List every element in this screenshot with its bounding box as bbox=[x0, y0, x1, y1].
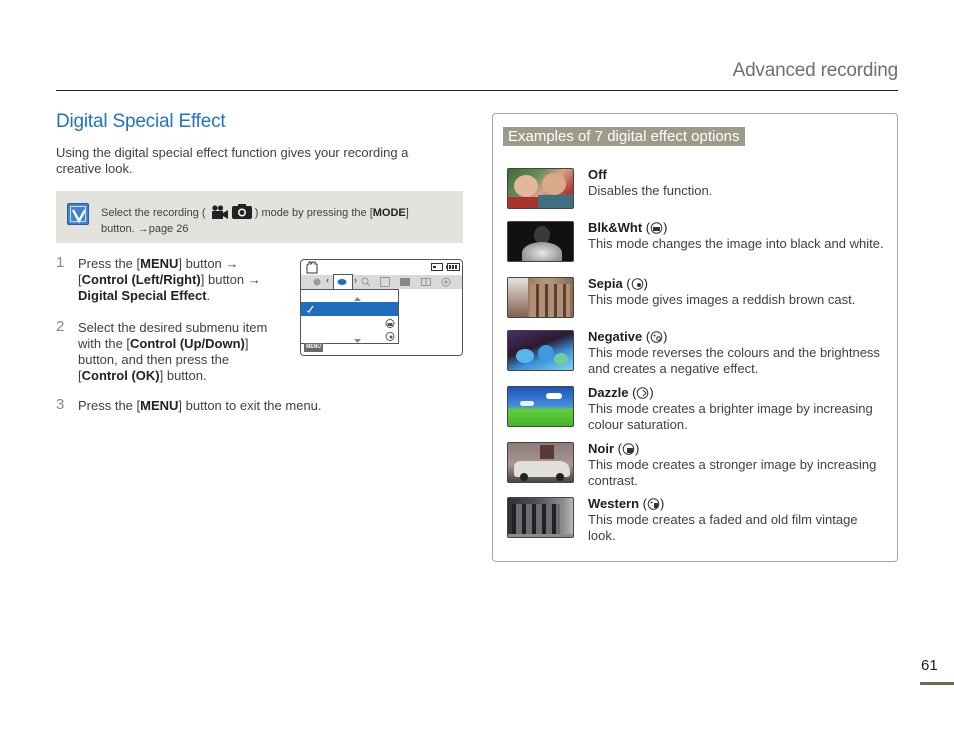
lcd-tab-right-arrow: › bbox=[354, 275, 357, 285]
note-box: Select the recording ( ) mode by pressin… bbox=[56, 191, 463, 243]
scroll-up-icon bbox=[354, 297, 361, 301]
page-reference-link[interactable]: page 26 bbox=[149, 223, 189, 235]
step-number: 1 bbox=[56, 254, 65, 271]
effect-description: This mode changes the image into black a… bbox=[588, 236, 884, 251]
sepia-effect-icon bbox=[631, 278, 643, 290]
header-divider bbox=[56, 90, 898, 91]
effect-name: Off bbox=[588, 167, 607, 182]
lcd-settings-tab-icon bbox=[441, 277, 451, 287]
effect-thumbnail-blk-wht bbox=[507, 221, 574, 262]
examples-title: Examples of 7 digital effect options bbox=[503, 127, 745, 146]
effect-description: This mode reverses the colours and the b… bbox=[588, 345, 880, 376]
effect-name: Western bbox=[588, 496, 640, 511]
page-heading: Digital Special Effect bbox=[56, 111, 226, 132]
noir-effect-icon bbox=[622, 443, 635, 455]
page-ref-arrow-icon: → bbox=[137, 223, 149, 235]
examples-panel: Examples of 7 digital effect options Off… bbox=[492, 113, 898, 562]
checkmark-note-icon bbox=[67, 203, 89, 225]
page-number-bar bbox=[920, 682, 954, 685]
step-number: 3 bbox=[56, 396, 65, 413]
lcd-tab-left-arrow: ‹ bbox=[326, 275, 329, 285]
effect-thumbnail-dazzle bbox=[507, 386, 574, 427]
bw-effect-icon bbox=[650, 222, 663, 234]
western-effect-icon bbox=[647, 498, 660, 510]
effect-thumbnail-noir bbox=[507, 442, 574, 483]
effect-thumbnail-off bbox=[507, 168, 574, 209]
effect-thumbnail-sepia bbox=[507, 277, 574, 318]
lcd-tab-icon bbox=[421, 278, 431, 286]
effect-name: Dazzle bbox=[588, 385, 629, 400]
lcd-selected-row bbox=[301, 302, 398, 316]
sepia-effect-icon bbox=[385, 332, 395, 341]
lcd-tab-icon bbox=[400, 278, 410, 286]
intro-text: Using the digital special effect functio… bbox=[56, 145, 409, 176]
effect-name: Blk&Wht bbox=[588, 220, 643, 235]
negative-effect-icon bbox=[650, 331, 663, 343]
effect-description: This mode creates a stronger image by in… bbox=[588, 457, 877, 488]
hand-mode-icon bbox=[306, 261, 318, 274]
lcd-effect-tab-icon bbox=[337, 279, 347, 285]
lcd-zoom-tab-icon bbox=[361, 277, 371, 287]
lcd-status-bar bbox=[301, 260, 462, 275]
scroll-down-icon bbox=[354, 339, 361, 343]
effect-description: This mode creates a faded and old film v… bbox=[588, 512, 858, 543]
effect-description: This mode creates a brighter image by in… bbox=[588, 401, 873, 432]
lcd-tab-icon bbox=[313, 278, 321, 286]
check-icon bbox=[306, 305, 314, 313]
effect-name: Sepia bbox=[588, 276, 623, 291]
lcd-submenu bbox=[301, 289, 399, 344]
note-text: Select the recording ( ) mode by pressin… bbox=[101, 204, 451, 236]
step-number: 2 bbox=[56, 318, 65, 335]
bw-effect-icon bbox=[385, 319, 395, 328]
effect-description: This mode gives images a reddish brown c… bbox=[588, 292, 856, 307]
dazzle-effect-icon bbox=[637, 387, 649, 399]
lcd-tab-icon bbox=[380, 277, 390, 287]
effect-thumbnail-negative bbox=[507, 330, 574, 371]
page-number: 61 bbox=[921, 657, 938, 674]
step-3: 3 Press the [MENU] button to exit the me… bbox=[56, 396, 322, 414]
video-camera-icon bbox=[209, 205, 229, 223]
photo-camera-icon bbox=[231, 204, 252, 223]
effect-thumbnail-western bbox=[507, 497, 574, 538]
camcorder-lcd-screen: ‹ › MENU bbox=[300, 259, 463, 356]
battery-icon bbox=[446, 263, 460, 271]
section-title: Advanced recording bbox=[732, 60, 899, 81]
effect-name: Negative bbox=[588, 329, 643, 344]
memory-card-icon bbox=[431, 263, 443, 271]
effect-name: Noir bbox=[588, 441, 614, 456]
effect-description: Disables the function. bbox=[588, 183, 713, 198]
lcd-menu-tabs: ‹ › bbox=[301, 274, 462, 290]
step-2: 2 Select the desired submenu item with t… bbox=[56, 318, 268, 384]
lcd-menu-button: MENU bbox=[304, 343, 323, 352]
step-1: 1 Press the [MENU] button → [Control (Le… bbox=[56, 254, 261, 304]
